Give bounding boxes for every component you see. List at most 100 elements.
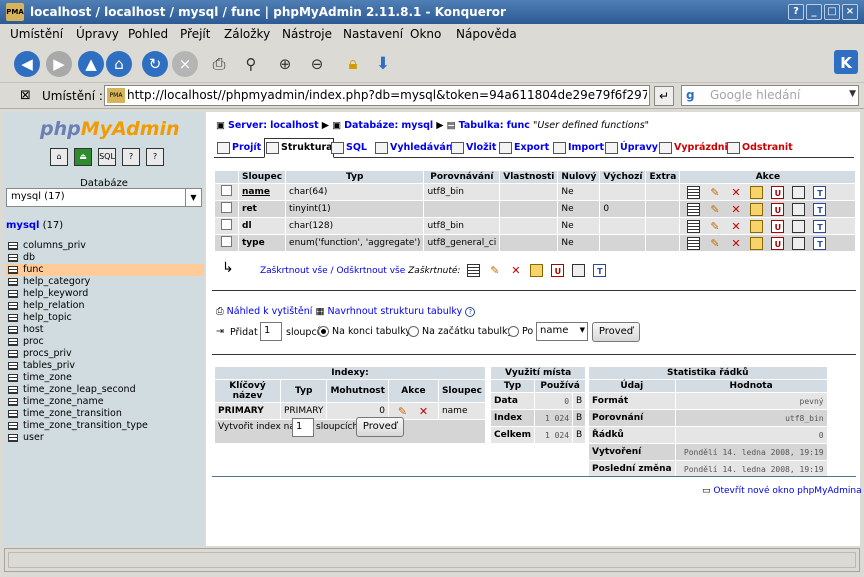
table-icon[interactable] [8,398,18,406]
zoom-out-icon[interactable]: ⊖ [304,51,330,77]
home-icon[interactable]: ⌂ [106,51,132,77]
menu-bookmarks[interactable]: Záložky [224,27,270,41]
forward-icon[interactable]: ▶ [46,51,72,77]
unique-icon[interactable]: U [771,202,785,216]
tab-empty[interactable]: Vyprázdnit [658,139,732,157]
menu-tools[interactable]: Nástroje [282,27,332,41]
table-item-proc[interactable]: proc [6,336,204,348]
create-index-count[interactable]: 1 [292,418,314,437]
table-icon[interactable] [8,374,18,382]
table-item-help_category[interactable]: help_category [6,276,204,288]
url-input[interactable]: PMA http://localhost//phpmyadmin/index.p… [104,85,650,106]
primary-key-icon[interactable] [750,236,764,250]
table-item-procs_priv[interactable]: procs_priv [6,348,204,360]
phpmyadmin-logo[interactable]: phpMyAdmin [40,118,180,140]
fulltext-icon[interactable]: T [813,219,827,233]
clear-location-icon[interactable]: ⊠ [20,88,31,103]
browse-distinct-icon[interactable] [687,185,701,199]
menu-location[interactable]: Umístění [10,27,63,41]
table-item-db[interactable]: db [6,252,204,264]
radio-at-start[interactable]: Na začátku tabulky [408,326,513,337]
table-icon[interactable] [8,362,18,370]
table-item-help_topic[interactable]: help_topic [6,312,204,324]
unique-icon[interactable]: U [771,185,785,199]
table-item-time_zone_transition_type[interactable]: time_zone_transition_type [6,420,204,432]
delete-icon[interactable]: ✕ [729,203,742,216]
radio-after-button[interactable] [508,326,519,337]
row-checkbox[interactable] [221,202,232,213]
go-url-icon[interactable]: ↵ [654,86,674,106]
row-checkbox[interactable] [221,236,232,247]
menu-view[interactable]: Pohled [128,27,168,41]
logout-icon[interactable]: ⏏ [74,148,92,166]
table-icon[interactable] [8,278,18,286]
table-item-help_relation[interactable]: help_relation [6,300,204,312]
tab-browse[interactable]: Projít [216,139,261,157]
tab-insert[interactable]: Vložit [450,139,496,157]
help-window-button[interactable]: ? [788,4,804,20]
reload-icon[interactable]: ↻ [142,51,168,77]
menu-go[interactable]: Přejít [180,27,210,41]
tab-search[interactable]: Vyhledávání [374,139,456,157]
search-input[interactable]: g Google hledání ▼ [681,85,859,106]
sql-query-icon[interactable]: SQL [98,148,116,166]
sql-docs-icon[interactable]: ? [146,148,164,166]
table-icon[interactable] [8,314,18,322]
edit-icon[interactable]: ✎ [396,405,409,418]
tab-import[interactable]: Import [552,139,604,157]
table-item-tables_priv[interactable]: tables_priv [6,360,204,372]
find-icon[interactable]: ⚲ [238,51,264,77]
print-view-link[interactable]: Náhled k vytištění [227,306,313,317]
table-icon[interactable] [8,302,18,310]
breadcrumb-table[interactable]: func [507,120,530,131]
fulltext-icon[interactable]: T [813,185,827,199]
unique-icon[interactable]: U [771,236,785,250]
new-window-link[interactable]: Otevřít nové okno phpMyAdmina [713,486,861,496]
menu-help[interactable]: Nápověda [456,27,517,41]
edit-selected-icon[interactable]: ✎ [488,264,501,277]
maximize-button[interactable]: □ [824,4,840,20]
menu-window[interactable]: Okno [410,27,441,41]
fulltext-icon[interactable]: T [813,236,827,250]
breadcrumb-server[interactable]: localhost [270,120,319,131]
table-icon[interactable] [8,290,18,298]
fulltext-icon[interactable]: T [813,202,827,216]
browse-distinct-icon[interactable] [687,219,701,233]
edit-icon[interactable]: ✎ [708,220,721,233]
table-item-time_zone[interactable]: time_zone [6,372,204,384]
documentation-icon[interactable]: ? [122,148,140,166]
browse-selected-icon[interactable] [467,264,481,277]
back-icon[interactable]: ◀ [14,51,40,77]
delete-icon[interactable]: ✕ [417,405,430,418]
radio-at-end-button[interactable] [318,326,329,337]
stop-icon[interactable]: × [172,51,198,77]
zoom-in-icon[interactable]: ⊕ [272,51,298,77]
table-icon[interactable] [8,350,18,358]
download-icon[interactable]: ⬇ [370,51,396,77]
table-item-help_keyword[interactable]: help_keyword [6,288,204,300]
primary-key-icon[interactable] [750,202,764,216]
index-icon[interactable] [792,185,806,199]
help-icon[interactable]: ? [465,307,476,317]
index-icon[interactable] [792,236,806,250]
index-icon[interactable] [792,202,806,216]
table-icon[interactable] [8,386,18,394]
table-icon[interactable] [8,242,18,250]
home-icon[interactable]: ⌂ [50,148,68,166]
table-item-time_zone_leap_second[interactable]: time_zone_leap_second [6,384,204,396]
primary-key-icon[interactable] [750,185,764,199]
tab-structure[interactable]: Struktura [264,138,334,158]
primary-key-icon[interactable] [750,219,764,233]
table-item-user[interactable]: user [6,432,204,444]
radio-after[interactable]: Po [508,326,533,337]
check-all-link[interactable]: Zaškrtnout vše [260,266,328,276]
browse-distinct-icon[interactable] [687,236,701,250]
uncheck-all-link[interactable]: Odškrtnout vše [336,266,405,276]
table-icon[interactable] [8,422,18,430]
print-icon[interactable]: ⎙ [206,51,232,77]
menu-edit[interactable]: Úpravy [76,27,119,41]
delete-icon[interactable]: ✕ [729,237,742,250]
tab-export[interactable]: Export [498,139,549,157]
unique-selected-icon[interactable]: U [551,264,565,277]
table-icon[interactable] [8,254,18,262]
